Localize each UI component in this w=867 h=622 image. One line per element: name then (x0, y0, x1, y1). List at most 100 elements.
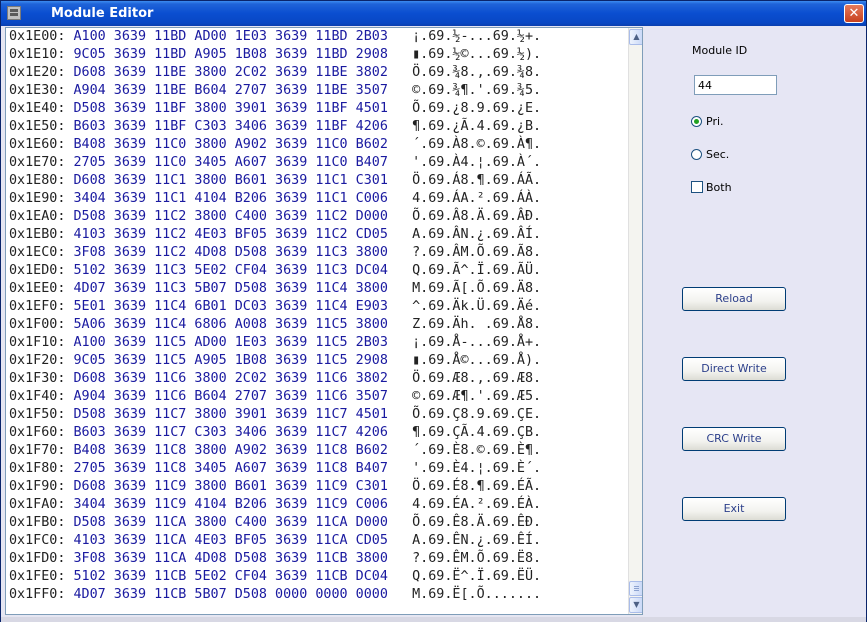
hex-row-address: 0x1FF0: (9, 587, 66, 602)
hex-row-values: D608 3639 11C9 3800 B601 3639 11C9 C301 (73, 479, 388, 494)
hex-row: 0x1EB0: 4103 3639 11C2 4E03 BF05 3639 11… (9, 226, 541, 244)
hex-row-values: A904 3639 11C6 B604 2707 3639 11C6 3507 (73, 389, 388, 404)
hex-row-values: D508 3639 11BF 3800 3901 3639 11BF 4501 (73, 101, 388, 116)
hex-row-address: 0x1E10: (9, 47, 66, 62)
hex-row-ascii: Õ.69.¿8.9.69.¿E. (412, 101, 542, 116)
pri-radio[interactable] (691, 116, 702, 127)
hex-row: 0x1FF0: 4D07 3639 11CB 5B07 D508 0000 00… (9, 586, 541, 604)
hex-row-address: 0x1EB0: (9, 227, 66, 242)
direct-write-button[interactable]: Direct Write (682, 357, 786, 381)
hex-row-values: B408 3639 11C0 3800 A902 3639 11C0 B602 (73, 137, 388, 152)
hex-row: 0x1F10: A100 3639 11C5 AD00 1E03 3639 11… (9, 334, 541, 352)
window-title: Module Editor (51, 6, 154, 21)
hex-row-ascii: 4.69.ÉA.².69.ÉÀ. (412, 497, 542, 512)
hex-row-address: 0x1EA0: (9, 209, 66, 224)
hex-row-address: 0x1F90: (9, 479, 66, 494)
hex-row-ascii: ©.69.Æ¶.'.69.Æ5. (412, 389, 542, 404)
hex-row: 0x1EF0: 5E01 3639 11C4 6B01 DC03 3639 11… (9, 298, 541, 316)
hex-row: 0x1E70: 2705 3639 11C0 3405 A607 3639 11… (9, 154, 541, 172)
hex-row-ascii: ¶.69.ÇÃ.4.69.ÇB. (412, 425, 542, 440)
hex-row: 0x1E40: D508 3639 11BF 3800 3901 3639 11… (9, 100, 541, 118)
hex-row-ascii: ▮.69.½©...69.½). (412, 47, 542, 62)
hex-row-ascii: M.69.Ë[.Õ....... (412, 587, 542, 602)
hex-row-address: 0x1E30: (9, 83, 66, 98)
hex-row-address: 0x1F20: (9, 353, 66, 368)
hex-row-ascii: ¡.69.Å-...69.Å+. (412, 335, 542, 350)
hex-row-ascii: ?.69.ÂM.Õ.69.Ã8. (412, 245, 542, 260)
hex-row-ascii: Ö.69.É8.¶.69.ÉÃ. (412, 479, 542, 494)
hex-row-ascii: ¡.69.½-...69.½+. (412, 29, 542, 44)
exit-button[interactable]: Exit (682, 497, 786, 521)
hex-row-ascii: Ö.69.¾8.,.69.¾8. (412, 65, 542, 80)
hex-row: 0x1ED0: 5102 3639 11C3 5E02 CF04 3639 11… (9, 262, 541, 280)
hex-row-values: 5102 3639 11C3 5E02 CF04 3639 11C3 DC04 (73, 263, 388, 278)
hex-row: 0x1E10: 9C05 3639 11BD A905 1B08 3639 11… (9, 46, 541, 64)
arrow-down-icon[interactable]: ▼ (629, 597, 642, 613)
hex-row-address: 0x1EF0: (9, 299, 66, 314)
hex-row-values: 4103 3639 11C2 4E03 BF05 3639 11C2 CD05 (73, 227, 388, 242)
hex-row-address: 0x1EC0: (9, 245, 66, 260)
hex-row-address: 0x1FE0: (9, 569, 66, 584)
hex-row: 0x1E60: B408 3639 11C0 3800 A902 3639 11… (9, 136, 541, 154)
hex-row-address: 0x1F60: (9, 425, 66, 440)
hex-row-ascii: Õ.69.Ç8.9.69.ÇE. (412, 407, 542, 422)
hex-dump-view[interactable]: 0x1E00: A100 3639 11BD AD00 1E03 3639 11… (5, 27, 643, 615)
hex-row-values: 9C05 3639 11C5 A905 1B08 3639 11C5 2908 (73, 353, 388, 368)
vertical-scrollbar[interactable]: ▲ ▼ (628, 28, 642, 614)
hex-row-address: 0x1E00: (9, 29, 66, 44)
hex-row-values: 5102 3639 11CB 5E02 CF04 3639 11CB DC04 (73, 569, 388, 584)
hex-row-address: 0x1F30: (9, 371, 66, 386)
title-bar[interactable]: Module Editor ✕ (1, 1, 866, 26)
reload-button[interactable]: Reload (682, 287, 786, 311)
hex-row-address: 0x1E60: (9, 137, 66, 152)
hex-row-values: 4D07 3639 11CB 5B07 D508 0000 0000 0000 (73, 587, 388, 602)
hex-row-address: 0x1FD0: (9, 551, 66, 566)
hex-row: 0x1FD0: 3F08 3639 11CA 4D08 D508 3639 11… (9, 550, 541, 568)
sec-label[interactable]: Sec. (706, 148, 729, 161)
hex-row-values: D508 3639 11C7 3800 3901 3639 11C7 4501 (73, 407, 388, 422)
pri-label[interactable]: Pri. (706, 115, 724, 128)
hex-row-values: A100 3639 11BD AD00 1E03 3639 11BD 2B03 (73, 29, 388, 44)
hex-row-address: 0x1F50: (9, 407, 66, 422)
hex-row-ascii: ¶.69.¿Ã.4.69.¿B. (412, 119, 542, 134)
window-bottom-edge (1, 617, 866, 622)
close-icon[interactable]: ✕ (844, 4, 864, 23)
hex-row: 0x1F20: 9C05 3639 11C5 A905 1B08 3639 11… (9, 352, 541, 370)
hex-row-values: 3F08 3639 11CA 4D08 D508 3639 11CB 3800 (73, 551, 388, 566)
both-label[interactable]: Both (706, 181, 732, 194)
module-editor-window: Module Editor ✕ 0x1E00: A100 3639 11BD A… (0, 0, 867, 622)
both-checkbox[interactable] (691, 181, 703, 193)
arrow-up-icon[interactable]: ▲ (629, 29, 642, 45)
hex-row: 0x1E80: D608 3639 11C1 3800 B601 3639 11… (9, 172, 541, 190)
hex-row-address: 0x1E90: (9, 191, 66, 206)
module-id-label: Module ID (692, 44, 748, 57)
hex-row-ascii: ^.69.Äk.Ü.69.Äé. (412, 299, 542, 314)
crc-write-button[interactable]: CRC Write (682, 427, 786, 451)
sec-radio[interactable] (691, 149, 702, 160)
app-window-icon[interactable] (7, 6, 21, 20)
hex-row-ascii: ´.69.À8.©.69.À¶. (412, 137, 542, 152)
hex-row-ascii: '.69.È4.¦.69.È´. (412, 461, 542, 476)
hex-row-address: 0x1E50: (9, 119, 66, 134)
hex-row-values: 3404 3639 11C1 4104 B206 3639 11C1 C006 (73, 191, 388, 206)
hex-row-ascii: ▮.69.Å©...69.Å). (412, 353, 542, 368)
hex-row-values: 3F08 3639 11C2 4D08 D508 3639 11C3 3800 (73, 245, 388, 260)
hex-row-values: 4103 3639 11CA 4E03 BF05 3639 11CA CD05 (73, 533, 388, 548)
hex-row-values: A904 3639 11BE B604 2707 3639 11BE 3507 (73, 83, 388, 98)
hex-row-ascii: ©.69.¾¶.'.69.¾5. (412, 83, 542, 98)
hex-row-ascii: M.69.Ã[.Õ.69.Ä8. (412, 281, 542, 296)
module-id-input[interactable] (694, 75, 777, 95)
hex-row: 0x1F00: 5A06 3639 11C4 6806 A008 3639 11… (9, 316, 541, 334)
scrollbar-thumb[interactable] (629, 581, 642, 596)
hex-row-address: 0x1ED0: (9, 263, 66, 278)
hex-row: 0x1EE0: 4D07 3639 11C3 5B07 D508 3639 11… (9, 280, 541, 298)
hex-row-ascii: Z.69.Äh. .69.Å8. (412, 317, 542, 332)
hex-row-values: A100 3639 11C5 AD00 1E03 3639 11C5 2B03 (73, 335, 388, 350)
hex-row-ascii: Ö.69.Á8.¶.69.ÁÃ. (412, 173, 542, 188)
hex-row-ascii: Q.69.Ë^.Ï.69.ËÜ. (412, 569, 542, 584)
hex-row: 0x1EC0: 3F08 3639 11C2 4D08 D508 3639 11… (9, 244, 541, 262)
hex-row-values: D508 3639 11C2 3800 C400 3639 11C2 D000 (73, 209, 388, 224)
hex-row-ascii: A.69.ÂN.¿.69.ÂÍ. (412, 227, 542, 242)
hex-row-address: 0x1EE0: (9, 281, 66, 296)
hex-row-values: 5A06 3639 11C4 6806 A008 3639 11C5 3800 (73, 317, 388, 332)
